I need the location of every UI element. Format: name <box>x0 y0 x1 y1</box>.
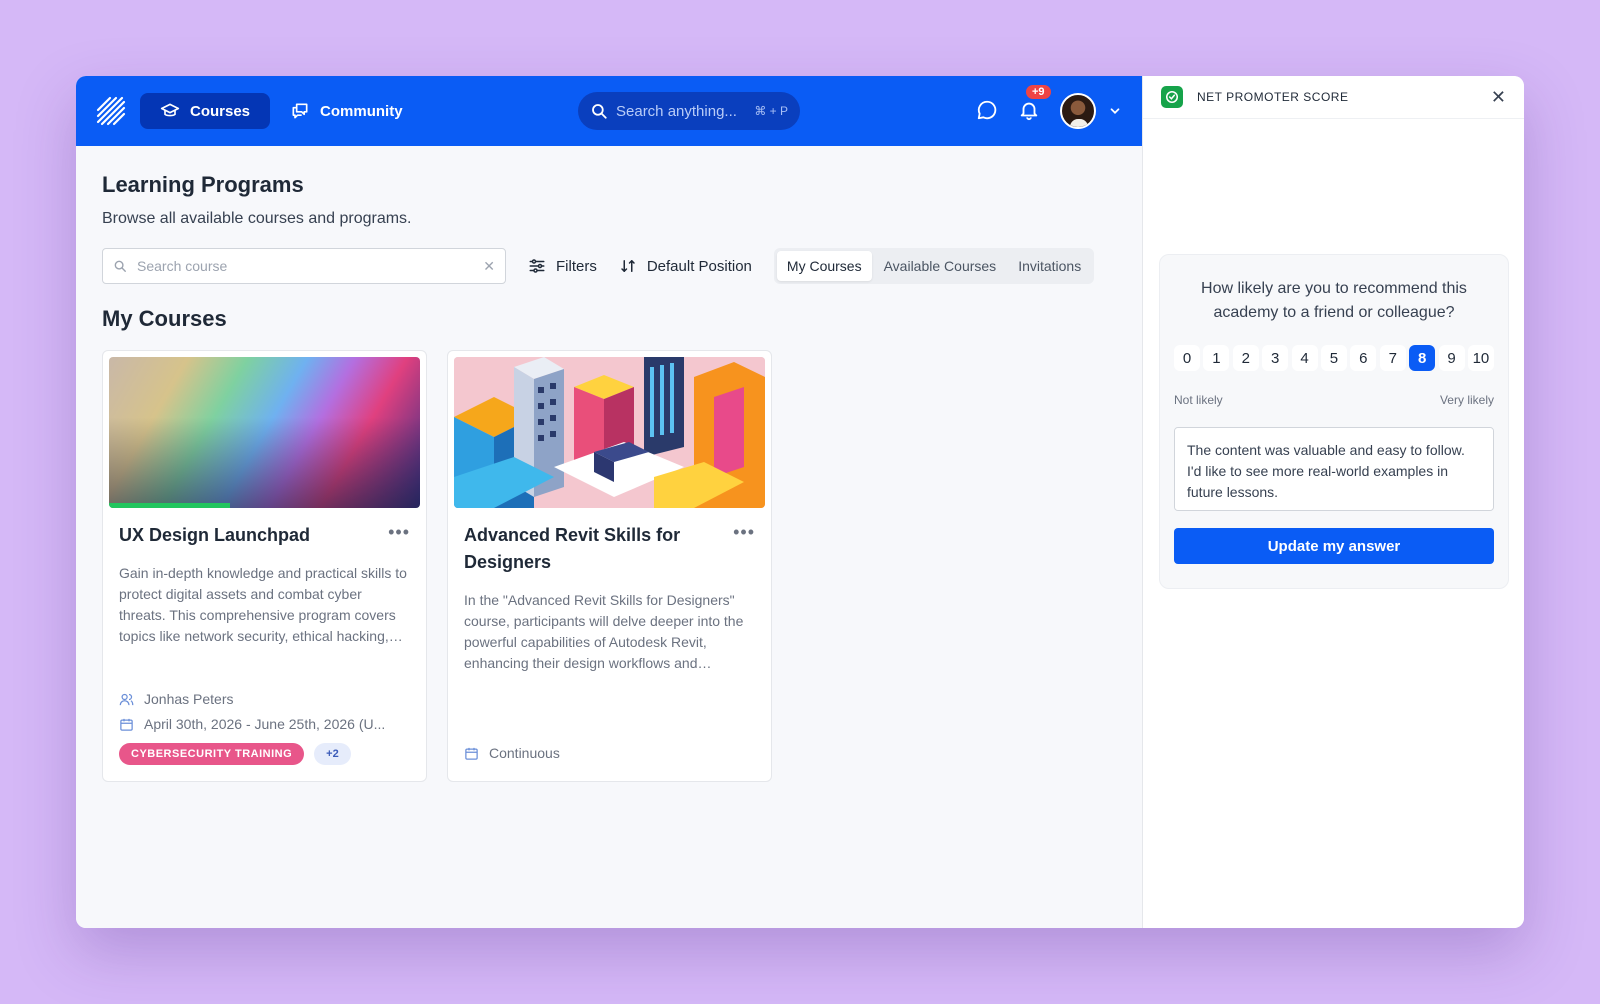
search-icon <box>114 260 126 272</box>
nav-community-label: Community <box>320 102 403 120</box>
page-content: Learning Programs Browse all available c… <box>76 146 1142 808</box>
logo-icon[interactable] <box>96 96 126 126</box>
nps-feedback-field[interactable]: The content was valuable and easy to fol… <box>1174 427 1494 511</box>
course-date-range: April 30th, 2026 - June 25th, 2026 (U... <box>144 716 386 732</box>
nps-score-5[interactable]: 5 <box>1320 345 1347 371</box>
nav-courses-label: Courses <box>190 102 251 120</box>
course-title: Advanced Revit Skills for Designers <box>464 525 681 572</box>
nps-score-3[interactable]: 3 <box>1262 345 1289 371</box>
sliders-icon <box>529 259 545 273</box>
course-tags: CYBERSECURITY TRAINING +2 <box>119 743 351 765</box>
nps-scale-labels: Not likely Very likely <box>1174 393 1494 407</box>
notification-badge: +9 <box>1026 85 1051 99</box>
nps-score-scale: 0 1 2 3 4 5 6 7 8 9 10 <box>1174 345 1494 371</box>
course-dates: April 30th, 2026 - June 25th, 2026 (U... <box>119 716 410 732</box>
avatar[interactable] <box>1060 93 1096 129</box>
course-schedule-label: Continuous <box>489 745 560 761</box>
filters-label: Filters <box>556 257 597 275</box>
search-icon <box>592 104 607 119</box>
course-tag[interactable]: CYBERSECURITY TRAINING <box>119 743 305 765</box>
chat-bubbles-icon <box>292 103 308 119</box>
course-description: In the "Advanced Revit Skills for Design… <box>464 592 744 671</box>
nps-panel: NET PROMOTER SCORE ✕ How likely are you … <box>1142 76 1524 928</box>
graduation-cap-icon <box>160 103 180 117</box>
tab-invitations[interactable]: Invitations <box>1008 251 1091 281</box>
sort-button[interactable]: Default Position <box>619 257 752 275</box>
nps-score-10[interactable]: 10 <box>1467 345 1494 371</box>
sort-icon <box>621 260 635 272</box>
course-thumbnail <box>109 357 420 508</box>
filters-button[interactable]: Filters <box>528 257 597 275</box>
top-navbar: Courses Community Search anything... ⌘ +… <box>76 76 1142 146</box>
nps-score-2[interactable]: 2 <box>1232 345 1259 371</box>
search-shortcut: ⌘ + P <box>754 104 788 118</box>
nps-score-1[interactable]: 1 <box>1203 345 1230 371</box>
more-options-icon[interactable]: ••• <box>388 522 410 543</box>
global-search[interactable]: Search anything... ⌘ + P <box>578 92 800 130</box>
tab-my-courses[interactable]: My Courses <box>776 251 872 281</box>
nps-score-9[interactable]: 9 <box>1438 345 1465 371</box>
message-bubble-icon <box>977 100 997 120</box>
messages-button[interactable] <box>976 99 1000 123</box>
course-schedule: Continuous <box>464 745 755 761</box>
nav-community[interactable]: Community <box>270 93 423 129</box>
clear-icon[interactable]: ✕ <box>483 258 495 275</box>
nav-courses[interactable]: Courses <box>140 93 271 129</box>
global-search-placeholder: Search anything... <box>616 102 737 120</box>
course-search-placeholder: Search course <box>137 258 228 274</box>
topbar-actions: +9 <box>976 76 1122 146</box>
page-title: Learning Programs <box>102 172 304 197</box>
calendar-icon <box>120 718 133 731</box>
course-card[interactable]: UX Design Launchpad ••• Gain in-depth kn… <box>102 350 427 782</box>
course-list: UX Design Launchpad ••• Gain in-depth kn… <box>102 350 1116 782</box>
close-icon[interactable]: ✕ <box>1491 87 1506 108</box>
course-title: UX Design Launchpad <box>119 525 311 545</box>
more-options-icon[interactable]: ••• <box>733 522 755 543</box>
page-subtitle: Browse all available courses and program… <box>102 210 412 227</box>
nps-high-label: Very likely <box>1439 393 1494 407</box>
gauge-icon <box>1161 86 1183 108</box>
nps-panel-title: NET PROMOTER SCORE <box>1197 90 1349 104</box>
nps-question: How likely are you to recommend this aca… <box>1201 280 1467 321</box>
notifications-button[interactable]: +9 <box>1018 85 1051 123</box>
users-icon <box>119 693 134 705</box>
course-description: Gain in-depth knowledge and practical sk… <box>119 565 407 644</box>
nps-score-0[interactable]: 0 <box>1174 345 1200 371</box>
nps-score-4[interactable]: 4 <box>1291 345 1318 371</box>
course-progress-bar <box>109 503 231 508</box>
nps-panel-header: NET PROMOTER SCORE ✕ <box>1143 76 1524 119</box>
course-tabs: My Courses Available Courses Invitations <box>773 248 1095 284</box>
more-tags-badge[interactable]: +2 <box>314 743 351 765</box>
bell-icon <box>1020 102 1038 121</box>
calendar-icon <box>465 747 478 760</box>
main-area: Courses Community Search anything... ⌘ +… <box>76 76 1142 928</box>
course-instructor: Jonhas Peters <box>119 691 410 707</box>
nps-survey-card: How likely are you to recommend this aca… <box>1159 254 1509 589</box>
instructor-name: Jonhas Peters <box>144 691 234 707</box>
course-search-input[interactable]: Search course ✕ <box>102 248 506 284</box>
nps-score-7[interactable]: 7 <box>1379 345 1406 371</box>
update-answer-button[interactable]: Update my answer <box>1174 528 1494 564</box>
tab-available-courses[interactable]: Available Courses <box>874 251 1007 281</box>
course-thumbnail <box>454 357 765 508</box>
nps-score-6[interactable]: 6 <box>1350 345 1377 371</box>
course-toolbar: Search course ✕ Filters Default Position… <box>102 248 1116 284</box>
app-window: Courses Community Search anything... ⌘ +… <box>76 76 1524 928</box>
chevron-down-icon[interactable] <box>1108 104 1122 118</box>
section-title: My Courses <box>102 306 227 331</box>
course-card[interactable]: Advanced Revit Skills for Designers ••• … <box>447 350 772 782</box>
nps-low-label: Not likely <box>1174 393 1223 407</box>
sort-label: Default Position <box>646 257 752 275</box>
nps-score-8[interactable]: 8 <box>1409 345 1436 371</box>
city-illustration <box>454 357 765 508</box>
